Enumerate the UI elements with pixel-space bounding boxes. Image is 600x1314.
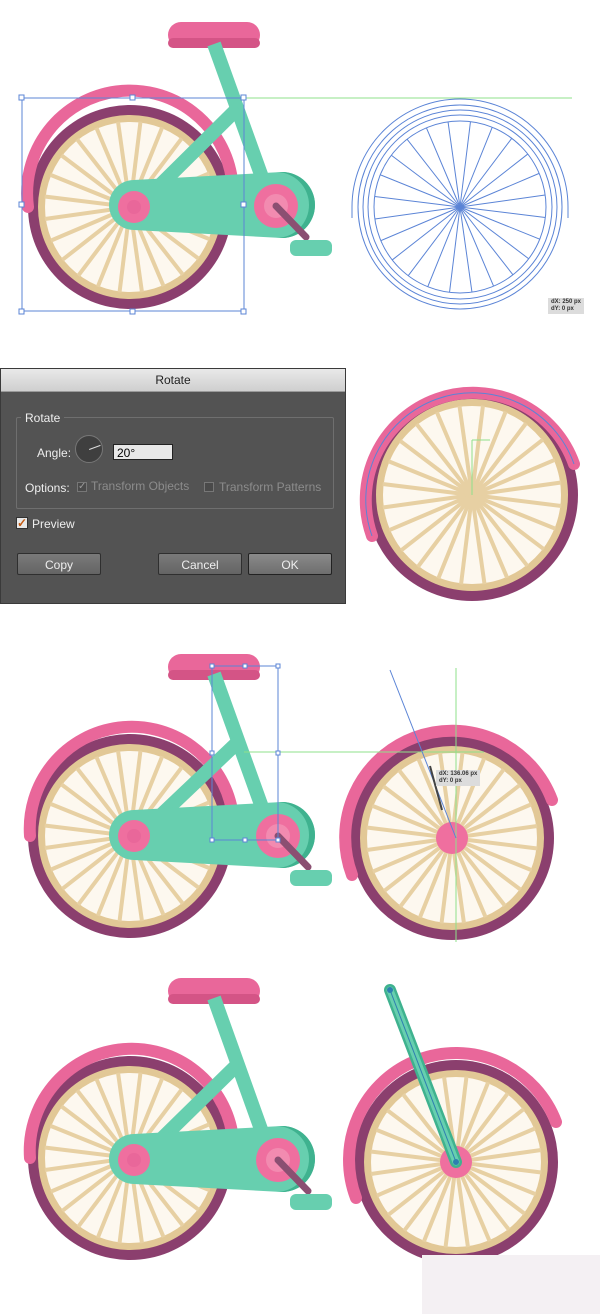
wheel-outline-copy[interactable] xyxy=(351,98,569,310)
ok-button[interactable]: OK xyxy=(248,553,332,575)
angle-input[interactable]: 20° xyxy=(113,444,173,460)
transform-objects-label: Transform Objects xyxy=(91,479,190,493)
transform-patterns-label: Transform Patterns xyxy=(219,480,322,494)
rotate-dial-icon[interactable] xyxy=(75,435,103,463)
readout-dx: dX: 250 px xyxy=(551,299,582,305)
transform-objects-checkbox[interactable]: ✓ xyxy=(77,482,87,492)
copy-button[interactable]: Copy xyxy=(17,553,101,575)
preview-checkbox[interactable]: ✓ xyxy=(16,517,28,529)
readout-dy: dY: 0 px xyxy=(551,306,574,312)
angle-label: Angle: xyxy=(37,446,72,460)
checkmark-icon: ✓ xyxy=(17,516,28,530)
pedal xyxy=(290,240,332,256)
rear-hub-center xyxy=(127,200,141,214)
front-wheel[interactable] xyxy=(339,724,558,940)
front-wheel[interactable] xyxy=(359,386,580,601)
rotate-group-label: Rotate xyxy=(21,411,65,425)
watermark-patch xyxy=(422,1255,600,1314)
cancel-button[interactable]: Cancel xyxy=(158,553,242,575)
readout-dy: dY: 0 px xyxy=(439,778,462,784)
preview-label: Preview xyxy=(32,517,75,531)
readout-dx: dX: 136.06 px xyxy=(439,771,478,777)
rotate-dialog[interactable]: Rotate Rotate Angle: 20° Options: ✓ Tran… xyxy=(0,368,346,604)
step1-canvas xyxy=(18,22,572,315)
options-label: Options: xyxy=(25,481,70,495)
rotate-group xyxy=(16,417,334,509)
transform-patterns-checkbox[interactable] xyxy=(204,482,214,492)
step3-canvas xyxy=(23,654,558,942)
distance-readout: dX: 136.06 px dY: 0 px xyxy=(436,770,481,786)
distance-readout: dX: 250 px dY: 0 px xyxy=(548,298,585,314)
dialog-title: Rotate xyxy=(1,369,345,392)
